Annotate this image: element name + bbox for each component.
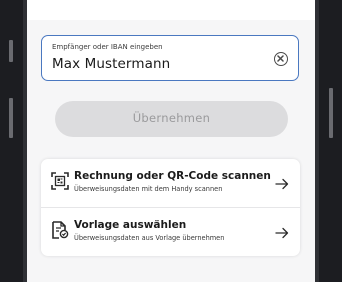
option-title: Vorlage auswählen — [74, 219, 187, 231]
device-frame-right — [315, 0, 342, 282]
recipient-input-value[interactable]: Max Mustermann — [52, 56, 170, 72]
recipient-input-label: Empfänger oder IBAN eingeben — [52, 43, 163, 51]
device-side-button — [9, 98, 13, 138]
top-sheet — [27, 0, 315, 20]
arrow-right-icon — [275, 175, 289, 190]
submit-button-label: Übernehmen — [132, 111, 211, 125]
recipient-input[interactable]: Empfänger oder IBAN eingeben Max Musterm… — [41, 35, 299, 81]
submit-button[interactable]: Übernehmen — [55, 101, 288, 137]
clear-input-icon[interactable] — [274, 52, 288, 66]
template-document-icon — [51, 221, 69, 239]
option-subtitle: Überweisungsdaten mit dem Handy scannen — [74, 185, 223, 193]
device-side-button — [9, 40, 13, 62]
app-screen: Empfänger oder IBAN eingeben Max Musterm… — [27, 0, 315, 282]
device-edge-right — [315, 0, 319, 282]
option-select-template[interactable]: Vorlage auswählen Überweisungsdaten aus … — [41, 208, 300, 256]
arrow-right-icon — [275, 224, 289, 239]
option-title: Rechnung oder QR-Code scannen — [74, 170, 271, 182]
option-scan-invoice[interactable]: Rechnung oder QR-Code scannen Überweisun… — [41, 159, 300, 207]
options-card: Rechnung oder QR-Code scannen Überweisun… — [41, 159, 300, 256]
option-subtitle: Überweisungsdaten aus Vorlage übernehmen — [74, 234, 225, 242]
qr-scan-icon — [51, 172, 69, 190]
device-side-button — [329, 88, 333, 138]
